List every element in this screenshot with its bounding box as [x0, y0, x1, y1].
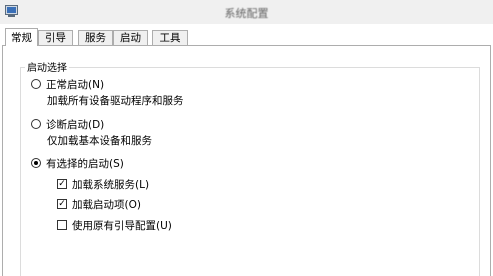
window-title: 系统配置 [224, 7, 269, 20]
tab-strip: 常规 引导 服务 启动 工具 [0, 28, 493, 46]
startup-selection-legend: 启动选择 [25, 59, 69, 74]
use-original-boot-config-label: 使用原有引导配置(U) [72, 219, 172, 232]
tab-tools[interactable]: 工具 [152, 30, 188, 45]
use-original-boot-config-option[interactable]: 使用原有引导配置(U) [57, 218, 172, 232]
selective-startup-option[interactable]: 有选择的启动(S) [31, 156, 124, 170]
tab-startup[interactable]: 启动 [113, 30, 148, 45]
tab-general[interactable]: 常规 [5, 28, 38, 46]
normal-startup-option[interactable]: 正常启动(N) [31, 77, 104, 91]
diagnostic-startup-option[interactable]: 诊断启动(D) [31, 117, 104, 131]
tab-services[interactable]: 服务 [78, 30, 113, 45]
normal-startup-label: 正常启动(N) [46, 78, 105, 91]
tab-boot[interactable]: 引导 [38, 30, 73, 45]
system-config-window: 系统配置 常规 引导 服务 启动 工具 启动选择 正常启动(N) 加载所有设备驱… [0, 0, 493, 276]
use-original-boot-config-checkbox[interactable] [57, 220, 67, 230]
load-startup-items-option[interactable]: ✓ 加载启动项(O) [57, 197, 141, 211]
load-system-services-option[interactable]: ✓ 加载系统服务(L) [57, 177, 149, 191]
selective-startup-radio[interactable] [31, 158, 41, 168]
load-startup-items-checkbox[interactable]: ✓ [57, 199, 67, 209]
load-system-services-label: 加载系统服务(L) [72, 178, 150, 191]
normal-startup-radio[interactable] [31, 79, 41, 89]
load-startup-items-label: 加载启动项(O) [72, 198, 141, 211]
diagnostic-startup-label: 诊断启动(D) [46, 118, 105, 131]
normal-startup-description: 加载所有设备驱动程序和服务 [47, 95, 184, 107]
diagnostic-startup-radio[interactable] [31, 119, 41, 129]
title-bar[interactable]: 系统配置 [0, 0, 493, 24]
load-system-services-checkbox[interactable]: ✓ [57, 179, 67, 189]
diagnostic-startup-description: 仅加载基本设备和服务 [47, 135, 152, 147]
selective-startup-label: 有选择的启动(S) [46, 157, 124, 170]
